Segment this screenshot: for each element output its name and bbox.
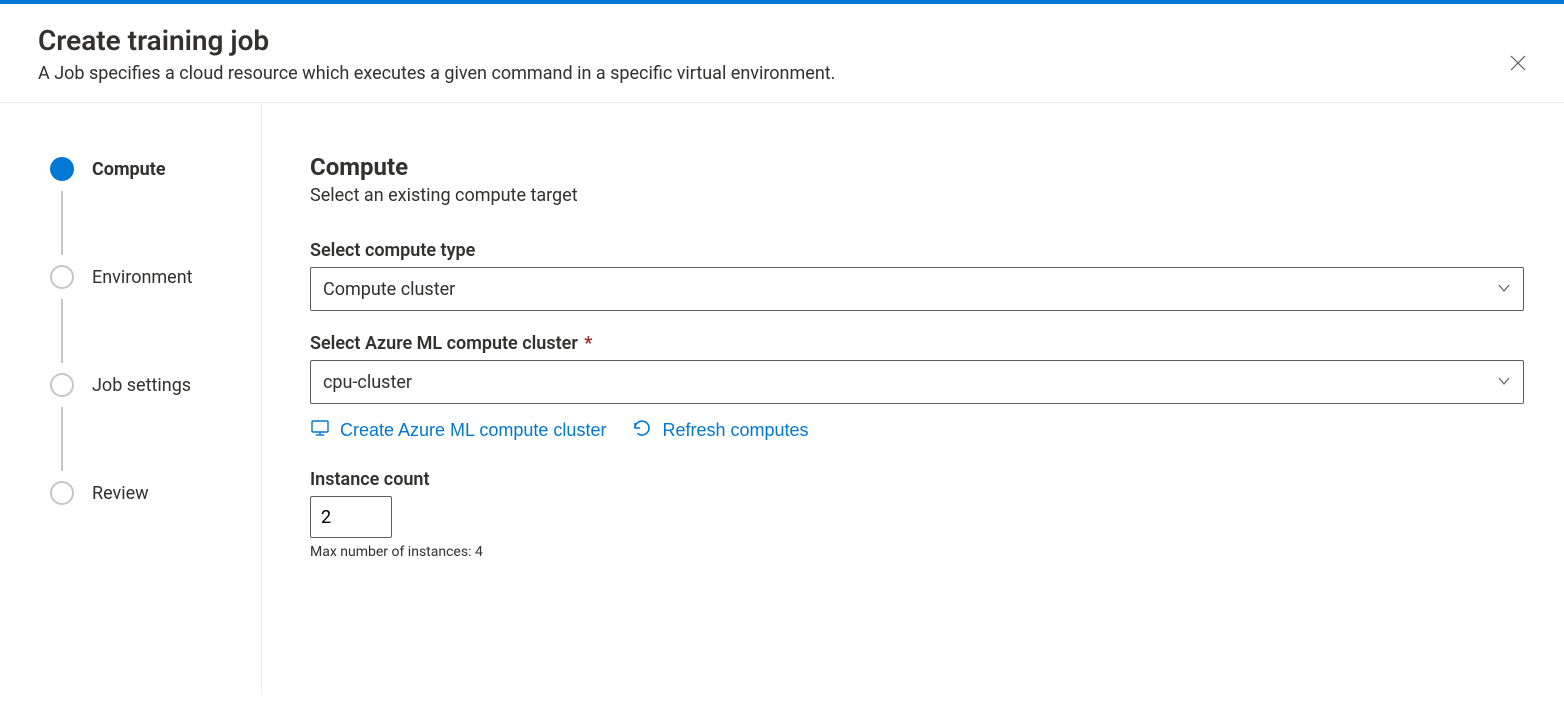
step-connector <box>61 299 63 363</box>
section-title: Compute <box>310 153 1524 181</box>
chevron-down-icon <box>1497 372 1511 393</box>
main-content: Compute Select an existing compute targe… <box>262 103 1564 694</box>
refresh-icon <box>632 418 652 443</box>
step-environment[interactable]: Environment <box>50 265 261 289</box>
step-label: Compute <box>92 159 166 180</box>
compute-cluster-label-text: Select Azure ML compute cluster <box>310 333 578 354</box>
create-compute-cluster-link-text: Create Azure ML compute cluster <box>340 420 606 441</box>
step-bullet-active-icon <box>50 157 74 181</box>
step-job-settings[interactable]: Job settings <box>50 373 261 397</box>
page-header: Create training job A Job specifies a cl… <box>0 4 1564 103</box>
step-bullet-icon <box>50 481 74 505</box>
monitor-icon <box>310 418 330 443</box>
create-compute-cluster-link[interactable]: Create Azure ML compute cluster <box>310 418 606 443</box>
compute-cluster-value: cpu-cluster <box>323 372 412 393</box>
required-asterisk: * <box>584 333 592 354</box>
step-compute[interactable]: Compute <box>50 157 261 181</box>
close-button[interactable] <box>1502 48 1534 80</box>
step-label: Environment <box>92 267 193 288</box>
chevron-down-icon <box>1497 279 1511 300</box>
section-subtitle: Select an existing compute target <box>310 185 1524 206</box>
compute-type-value: Compute cluster <box>323 279 455 300</box>
compute-type-select[interactable]: Compute cluster <box>310 267 1524 311</box>
step-review[interactable]: Review <box>50 481 261 505</box>
instance-count-label: Instance count <box>310 469 1524 490</box>
wizard-steps-sidebar: Compute Environment Job settings Review <box>0 103 262 694</box>
refresh-computes-link-text: Refresh computes <box>662 420 808 441</box>
instance-count-hint: Max number of instances: 4 <box>310 544 1524 560</box>
step-bullet-icon <box>50 265 74 289</box>
instance-count-input[interactable] <box>310 496 392 538</box>
page-subtitle: A Job specifies a cloud resource which e… <box>38 63 1526 84</box>
compute-cluster-select[interactable]: cpu-cluster <box>310 360 1524 404</box>
compute-cluster-label: Select Azure ML compute cluster * <box>310 333 1524 354</box>
page-title: Create training job <box>38 24 1526 57</box>
step-connector <box>61 407 63 471</box>
close-icon <box>1510 55 1526 74</box>
refresh-computes-link[interactable]: Refresh computes <box>632 418 808 443</box>
compute-type-label: Select compute type <box>310 240 1524 261</box>
step-label: Review <box>92 483 149 504</box>
step-bullet-icon <box>50 373 74 397</box>
step-label: Job settings <box>92 375 191 396</box>
step-connector <box>61 191 63 255</box>
